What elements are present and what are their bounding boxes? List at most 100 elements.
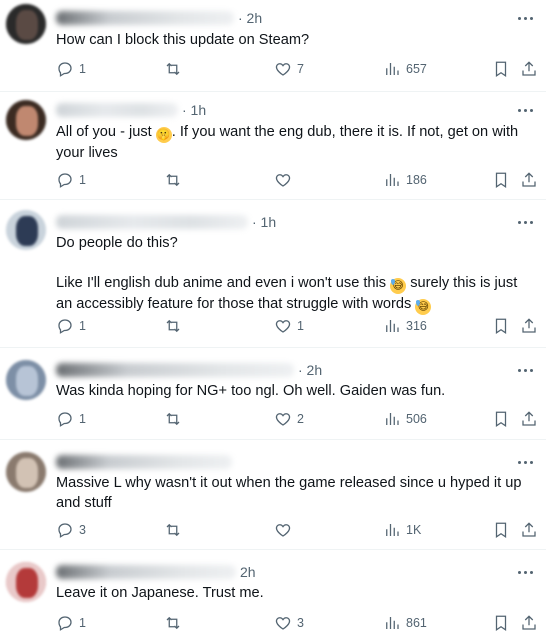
reply-item[interactable]: 2h Leave it on Japanese. Trust me. 1 3 8… — [0, 550, 546, 636]
share-button[interactable] — [520, 409, 538, 429]
reply-item[interactable]: · 1h Do people do this? Like I'll englis… — [0, 200, 546, 348]
reply-button[interactable]: 1 — [56, 170, 86, 190]
bookmark-icon — [495, 522, 507, 538]
more-icon[interactable] — [516, 563, 534, 581]
avatar[interactable] — [6, 360, 46, 400]
like-button[interactable] — [274, 520, 297, 540]
retweet-button[interactable] — [164, 59, 187, 79]
timestamp[interactable]: · 1h — [252, 214, 276, 230]
retweet-button[interactable] — [164, 170, 187, 190]
reply-button[interactable]: 3 — [56, 520, 86, 540]
blurred-username[interactable] — [56, 11, 234, 25]
action-bar: 1 186 — [56, 170, 542, 190]
reply-header: 2h — [56, 563, 256, 581]
reply-button[interactable]: 1 — [56, 613, 86, 633]
reply-icon — [58, 616, 72, 631]
share-button[interactable] — [520, 520, 538, 540]
reply-item[interactable]: · 2h Was kinda hoping for NG+ too ngl. O… — [0, 348, 546, 440]
bookmark-button[interactable] — [492, 170, 510, 190]
bookmark-icon — [495, 318, 507, 334]
like-button[interactable]: 2 — [274, 409, 304, 429]
retweet-button[interactable] — [164, 316, 187, 336]
more-icon[interactable] — [516, 361, 534, 379]
timestamp[interactable]: 2h — [240, 564, 256, 580]
share-button[interactable] — [520, 59, 538, 79]
retweet-icon — [166, 412, 180, 426]
more-icon[interactable] — [516, 9, 534, 27]
reply-button[interactable]: 1 — [56, 59, 86, 79]
views-button[interactable]: 861 — [383, 613, 427, 633]
reply-text: All of you - just 🤫. If you want the eng… — [56, 124, 523, 161]
bookmark-button[interactable] — [492, 409, 510, 429]
like-button[interactable]: 1 — [274, 316, 304, 336]
heart-icon — [275, 413, 291, 426]
timestamp[interactable]: · 2h — [238, 10, 262, 26]
bookmark-button[interactable] — [492, 520, 510, 540]
views-icon — [386, 524, 399, 536]
share-button[interactable] — [520, 170, 538, 190]
share-icon — [522, 411, 536, 426]
retweet-icon — [166, 319, 180, 333]
share-icon — [522, 522, 536, 537]
bookmark-icon — [495, 172, 507, 188]
reply-item[interactable]: · 2h How can I block this update on Stea… — [0, 0, 546, 92]
bookmark-button[interactable] — [492, 59, 510, 79]
views-button[interactable]: 506 — [383, 409, 427, 429]
views-button[interactable]: 657 — [383, 59, 427, 79]
retweet-button[interactable] — [164, 520, 187, 540]
reply-text: Do people do this? Like I'll english dub… — [56, 235, 522, 315]
views-button[interactable]: 186 — [383, 170, 427, 190]
bookmark-icon — [495, 61, 507, 77]
like-button[interactable] — [274, 170, 297, 190]
bookmark-button[interactable] — [492, 316, 510, 336]
retweet-icon — [166, 62, 180, 76]
reply-text: How can I block this update on Steam? — [56, 32, 310, 48]
retweet-button[interactable] — [164, 409, 187, 429]
reply-header — [56, 453, 236, 471]
share-icon — [522, 172, 536, 187]
avatar[interactable] — [6, 210, 46, 250]
reply-button[interactable]: 1 — [56, 409, 86, 429]
blurred-username[interactable] — [56, 103, 178, 117]
timestamp[interactable]: · 1h — [182, 102, 206, 118]
more-icon[interactable] — [516, 453, 534, 471]
like-button[interactable]: 7 — [274, 59, 304, 79]
like-button[interactable]: 3 — [274, 613, 304, 633]
blurred-username[interactable] — [56, 363, 294, 377]
retweet-icon — [166, 616, 180, 630]
blurred-username[interactable] — [56, 455, 232, 469]
bookmark-icon — [495, 615, 507, 631]
reply-icon — [58, 523, 72, 538]
avatar[interactable] — [6, 452, 46, 492]
avatar[interactable] — [6, 4, 46, 44]
action-bar: 1 2 506 — [56, 409, 542, 429]
share-button[interactable] — [520, 316, 538, 336]
more-icon[interactable] — [516, 213, 534, 231]
bookmark-button[interactable] — [492, 613, 510, 633]
reply-item[interactable]: Massive L why wasn't it out when the gam… — [0, 440, 546, 550]
views-button[interactable]: 1K — [383, 520, 421, 540]
reply-header: · 1h — [56, 101, 206, 119]
reply-item[interactable]: · 1h All of you - just 🤫. If you want th… — [0, 92, 546, 200]
reply-icon — [58, 412, 72, 427]
action-bar: 1 1 316 — [56, 316, 542, 336]
reply-button[interactable]: 1 — [56, 316, 86, 336]
blurred-username[interactable] — [56, 565, 236, 579]
more-icon[interactable] — [516, 101, 534, 119]
views-button[interactable]: 316 — [383, 316, 427, 336]
share-icon — [522, 61, 536, 76]
avatar[interactable] — [6, 562, 46, 602]
avatar[interactable] — [6, 100, 46, 140]
timestamp[interactable]: · 2h — [298, 362, 322, 378]
reply-text: Massive L why wasn't it out when the gam… — [56, 475, 526, 511]
reply-header: · 2h — [56, 361, 322, 379]
reply-icon — [58, 173, 72, 188]
retweet-button[interactable] — [164, 613, 187, 633]
heart-icon — [275, 524, 291, 537]
retweet-icon — [166, 523, 180, 537]
blurred-username[interactable] — [56, 215, 248, 229]
heart-icon — [275, 63, 291, 76]
share-button[interactable] — [520, 613, 538, 633]
action-bar: 1 3 861 — [56, 613, 542, 633]
views-icon — [386, 174, 399, 186]
